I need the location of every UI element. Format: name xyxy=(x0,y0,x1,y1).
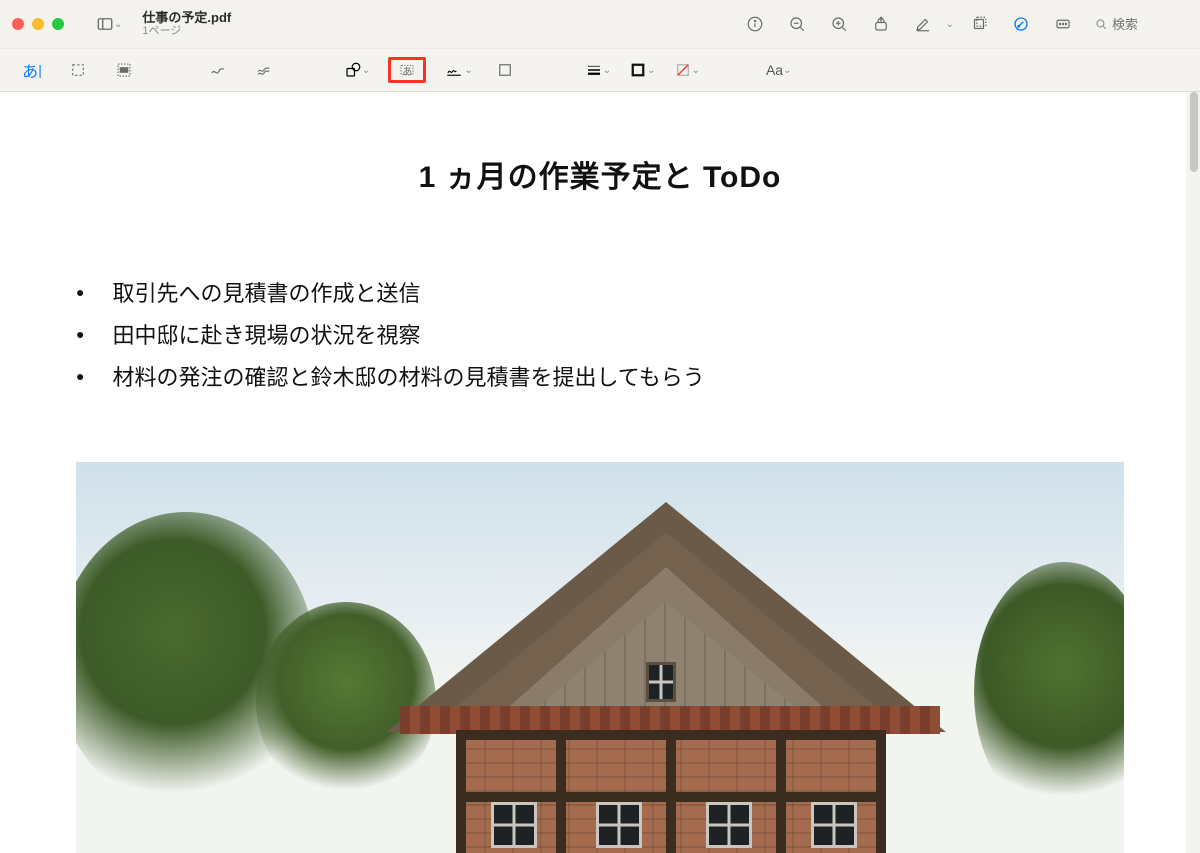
chevron-down-icon: ⌄ xyxy=(647,65,655,76)
sidebar-icon xyxy=(96,15,114,33)
list-item: 材料の発注の確認と鈴木邸の材料の見積書を提出してもらう xyxy=(76,360,1124,392)
form-button[interactable] xyxy=(1046,9,1080,39)
form-icon xyxy=(1054,15,1072,33)
zoom-in-icon xyxy=(830,15,848,33)
chevron-down-icon: ⌄ xyxy=(603,65,611,76)
text-tool-glyph: あ xyxy=(22,58,38,82)
text-tool[interactable]: あ| xyxy=(18,56,46,84)
highlighter-icon xyxy=(914,15,932,33)
maximize-button[interactable] xyxy=(52,18,64,30)
file-info: 仕事の予定.pdf 1ページ xyxy=(142,10,231,39)
font-style[interactable]: Aa ⌄ xyxy=(766,62,792,78)
crop-icon xyxy=(496,61,514,79)
stroke-color[interactable]: ⌄ xyxy=(629,61,655,79)
sketch-icon xyxy=(209,61,227,79)
fill-color-icon xyxy=(674,61,692,79)
draw-tool[interactable] xyxy=(250,56,278,84)
bullet-list: 取引先への見積書の作成と送信 田中邸に赴き現場の状況を視察 材料の発注の確認と鈴… xyxy=(76,276,1124,392)
chevron-down-icon: ⌄ xyxy=(362,65,370,76)
crop-tool[interactable] xyxy=(491,56,519,84)
chevron-down-icon: ⌄ xyxy=(464,65,472,76)
stroke-icon xyxy=(585,61,603,79)
document-viewport[interactable]: 1 ヵ月の作業予定と ToDo 取引先への見積書の作成と送信 田中邸に赴き現場の… xyxy=(0,92,1200,853)
highlight-button[interactable] xyxy=(906,9,940,39)
minimize-button[interactable] xyxy=(32,18,44,30)
stroke-style[interactable]: ⌄ xyxy=(585,61,611,79)
zoom-in-button[interactable] xyxy=(822,9,856,39)
info-icon xyxy=(746,15,764,33)
search-box[interactable] xyxy=(1088,17,1188,32)
title-bar: ⌄ 仕事の予定.pdf 1ページ ⌄ xyxy=(0,0,1200,48)
rotate-icon xyxy=(970,15,988,33)
document-image xyxy=(76,462,1124,853)
chevron-down-icon: ⌄ xyxy=(114,19,122,30)
vertical-scrollbar[interactable] xyxy=(1186,92,1200,853)
select-rect-tool[interactable] xyxy=(64,56,92,84)
shapes-icon xyxy=(344,61,362,79)
select-rect-icon xyxy=(69,61,87,79)
signature-icon xyxy=(444,61,464,79)
search-input[interactable] xyxy=(1112,17,1172,32)
list-item: 田中邸に赴き現場の状況を視察 xyxy=(76,318,1124,350)
list-item: 取引先への見積書の作成と送信 xyxy=(76,276,1124,308)
sketch-tool[interactable] xyxy=(204,56,232,84)
stroke-color-icon xyxy=(629,61,647,79)
sign-tool[interactable]: ⌄ xyxy=(444,61,472,79)
zoom-out-button[interactable] xyxy=(780,9,814,39)
page-indicator: 1ページ xyxy=(142,25,231,38)
file-title: 仕事の予定.pdf xyxy=(142,10,231,26)
rotate-button[interactable] xyxy=(962,9,996,39)
zoom-out-icon xyxy=(788,15,806,33)
sidebar-toggle[interactable]: ⌄ xyxy=(92,15,126,33)
fill-color[interactable]: ⌄ xyxy=(674,61,700,79)
preview-window: ⌄ 仕事の予定.pdf 1ページ ⌄ xyxy=(0,0,1200,853)
draw-icon xyxy=(255,61,273,79)
redact-icon xyxy=(115,61,133,79)
scrollbar-thumb[interactable] xyxy=(1190,92,1198,172)
chevron-down-icon[interactable]: ⌄ xyxy=(946,19,954,30)
chevron-down-icon: ⌄ xyxy=(783,65,791,76)
markup-icon xyxy=(1012,15,1030,33)
document-title: 1 ヵ月の作業予定と ToDo xyxy=(76,152,1124,196)
markup-toolbar: あ| ⌄ あ ⌄ xyxy=(0,48,1200,92)
text-box-tool[interactable]: あ xyxy=(388,57,426,83)
redact-tool[interactable] xyxy=(110,56,138,84)
info-button[interactable] xyxy=(738,9,772,39)
text-box-glyph: あ xyxy=(402,63,412,78)
chevron-down-icon: ⌄ xyxy=(692,65,700,76)
search-icon xyxy=(1094,17,1108,31)
share-icon xyxy=(872,15,890,33)
font-label: Aa xyxy=(766,62,783,78)
close-button[interactable] xyxy=(12,18,24,30)
markup-button[interactable] xyxy=(1004,9,1038,39)
shapes-tool[interactable]: ⌄ xyxy=(344,61,370,79)
traffic-lights xyxy=(12,18,64,30)
share-button[interactable] xyxy=(864,9,898,39)
